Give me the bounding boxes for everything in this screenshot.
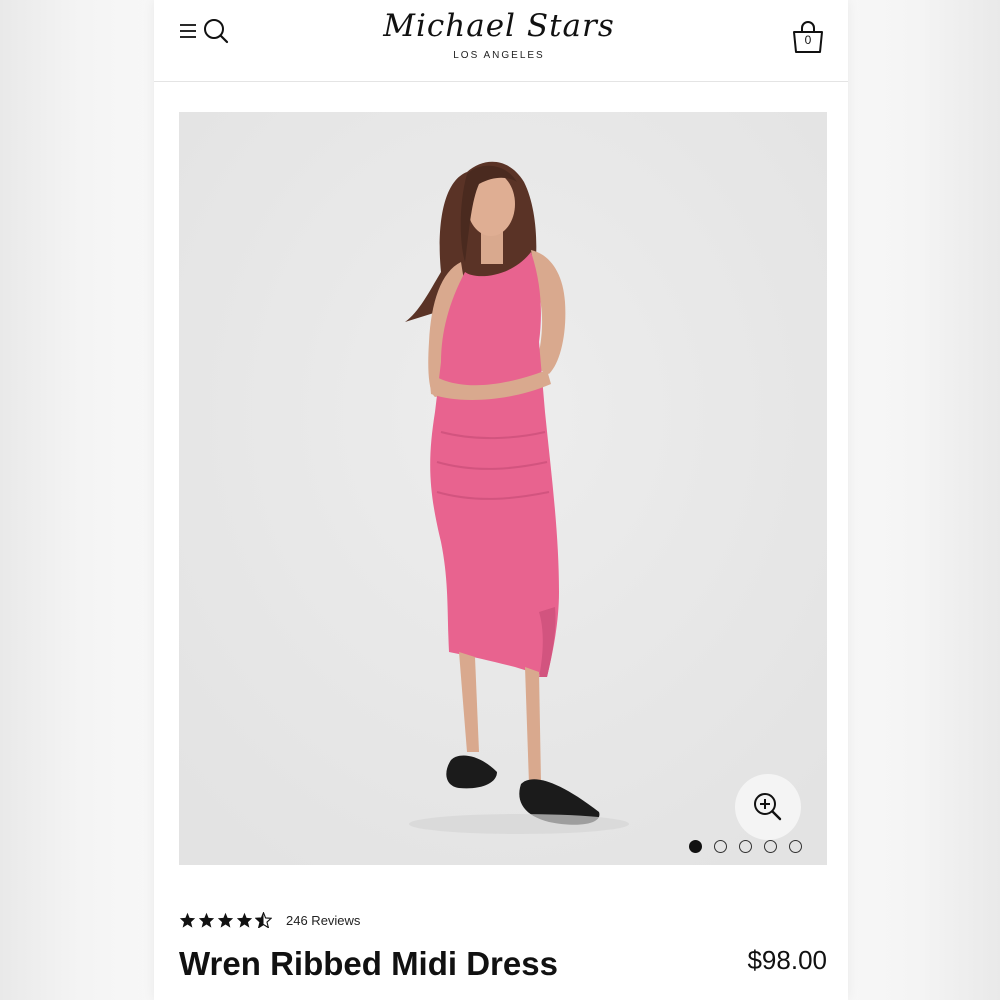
star-icon — [179, 912, 196, 928]
site-header: Michael Stars LOS ANGELES 0 — [154, 0, 848, 82]
brand-location: LOS ANGELES — [453, 50, 545, 61]
zoom-in-icon — [754, 793, 782, 821]
search-icon[interactable] — [202, 17, 230, 50]
cart-button[interactable]: 0 — [790, 20, 826, 54]
rating-row: 246 Reviews — [179, 912, 360, 928]
brand-logo[interactable]: Michael Stars LOS ANGELES — [359, 4, 639, 74]
product-price: $98.00 — [747, 945, 827, 975]
gallery-dot-2[interactable] — [714, 840, 727, 853]
cart-count: 0 — [804, 33, 812, 47]
reviews-link[interactable]: 246 Reviews — [286, 913, 360, 928]
product-page: Michael Stars LOS ANGELES 0 246 Reviews … — [154, 0, 848, 1000]
model-photo — [179, 112, 827, 865]
star-icon — [217, 912, 234, 928]
menu-search-group — [178, 18, 236, 48]
gallery-dot-3[interactable] — [739, 840, 752, 853]
product-image[interactable] — [179, 112, 827, 865]
gallery-dot-1[interactable] — [689, 840, 702, 853]
star-rating[interactable] — [179, 912, 272, 928]
star-icon — [236, 912, 253, 928]
product-title: Wren Ribbed Midi Dress — [179, 945, 558, 982]
gallery-dot-5[interactable] — [789, 840, 802, 853]
zoom-button[interactable] — [735, 774, 801, 840]
star-icon — [198, 912, 215, 928]
half-star-icon — [255, 912, 272, 928]
gallery-pagination — [689, 840, 802, 853]
brand-name: Michael Stars — [383, 8, 615, 44]
gallery-dot-4[interactable] — [764, 840, 777, 853]
menu-icon[interactable] — [178, 20, 200, 47]
